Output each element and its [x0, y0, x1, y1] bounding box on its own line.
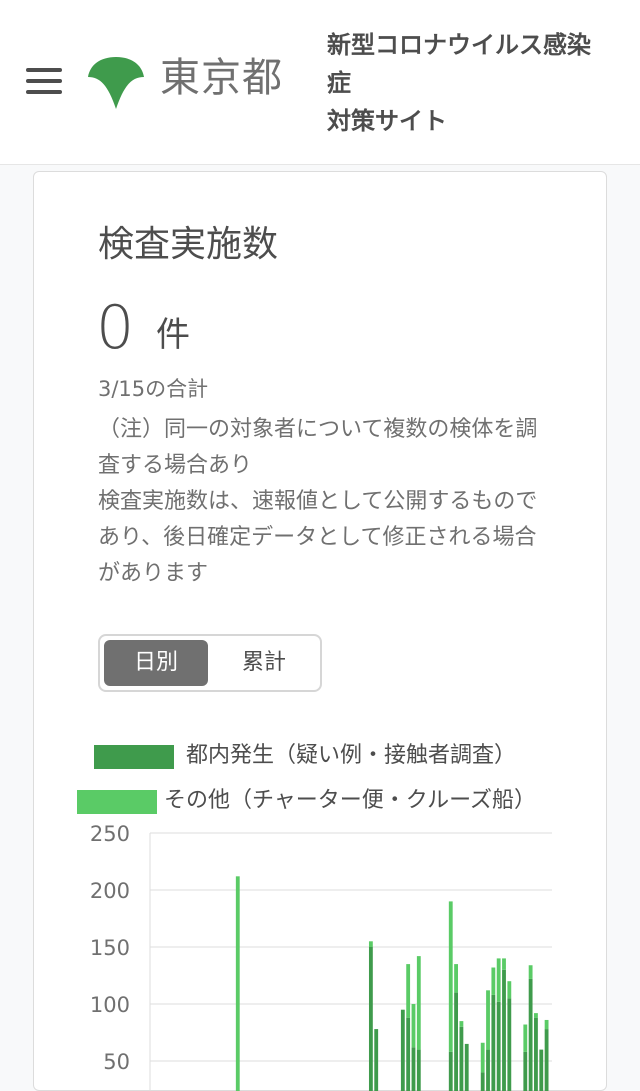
- bar-other[interactable]: [480, 1042, 485, 1073]
- y-tick-label: 150: [90, 936, 130, 960]
- bar-other[interactable]: [496, 958, 501, 1002]
- inspection-bar-chart: 250 200 150 100 50: [90, 822, 552, 1091]
- bar-inside[interactable]: [411, 1047, 416, 1091]
- bar-inside[interactable]: [502, 969, 506, 1091]
- bar-inside[interactable]: [464, 1043, 469, 1091]
- y-tick-label: 100: [90, 993, 130, 1017]
- bar-inside[interactable]: [459, 1026, 464, 1091]
- bar-inside[interactable]: [544, 1029, 549, 1091]
- bar-inside[interactable]: [400, 1009, 405, 1091]
- bar-other[interactable]: [454, 964, 458, 993]
- bar-other[interactable]: [544, 1019, 549, 1030]
- site-title: 新型コロナウイルス感染 症 対策サイト: [327, 26, 627, 140]
- bar-other[interactable]: [507, 981, 512, 999]
- bar-inside[interactable]: [507, 998, 512, 1091]
- hamburger-menu-icon[interactable]: [26, 68, 62, 94]
- bar-inside[interactable]: [448, 1051, 453, 1091]
- bar-other[interactable]: [406, 964, 411, 1018]
- tokyo-ginkgo-logo-icon[interactable]: [88, 55, 144, 111]
- site-title-line: 新型コロナウイルス感染: [327, 31, 591, 59]
- site-title-line: 対策サイト: [327, 107, 447, 135]
- inspection-count-card: 検査実施数 0 件 3/15の合計 （注）同一の対象者について複数の検体を調査す…: [33, 171, 607, 1091]
- y-tick-label: 200: [90, 879, 130, 903]
- bar-other[interactable]: [448, 901, 453, 1052]
- bar-other[interactable]: [459, 1021, 464, 1027]
- y-tick-label: 250: [90, 822, 130, 846]
- bar-other[interactable]: [416, 956, 421, 1050]
- bar-other[interactable]: [534, 1013, 538, 1018]
- app-header: 東京都 新型コロナウイルス感染 症 対策サイト: [0, 0, 640, 165]
- bar-inside[interactable]: [496, 1001, 501, 1091]
- bar-other[interactable]: [502, 958, 506, 970]
- menu-line: [26, 68, 62, 72]
- bar-inside[interactable]: [374, 1029, 379, 1091]
- site-title-line: 症: [327, 69, 351, 97]
- bar-inside[interactable]: [454, 992, 458, 1091]
- menu-line: [26, 90, 62, 94]
- bar-other[interactable]: [523, 1024, 528, 1052]
- y-tick-label: 50: [103, 1050, 130, 1074]
- bar-inside[interactable]: [491, 994, 496, 1091]
- menu-line: [26, 79, 62, 83]
- bar-other[interactable]: [486, 990, 490, 1050]
- bar-inside[interactable]: [480, 1072, 485, 1091]
- bar-inside[interactable]: [534, 1017, 538, 1091]
- bar-inside[interactable]: [368, 947, 373, 1091]
- bar-other[interactable]: [235, 876, 240, 1091]
- y-axis-ticks: 250 200 150 100 50: [90, 822, 130, 1074]
- bar-other[interactable]: [491, 967, 496, 995]
- bar-other[interactable]: [411, 1004, 416, 1048]
- chart-bars: [235, 876, 549, 1091]
- logo-text[interactable]: 東京都: [160, 52, 283, 104]
- bar-other[interactable]: [528, 965, 533, 979]
- bar-inside[interactable]: [406, 1017, 411, 1091]
- bar-other[interactable]: [368, 941, 373, 947]
- bar-inside[interactable]: [528, 978, 533, 1091]
- bar-inside[interactable]: [523, 1051, 528, 1091]
